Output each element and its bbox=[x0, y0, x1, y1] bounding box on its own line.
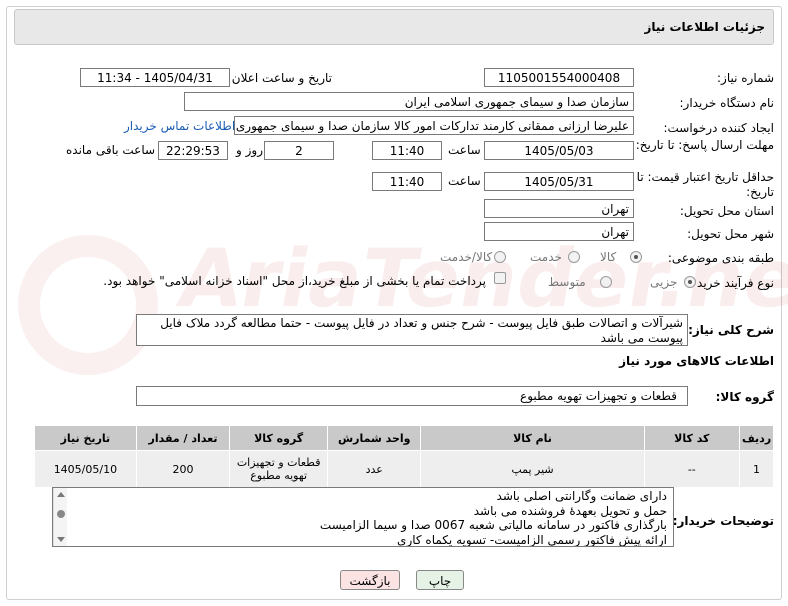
min-price-time-field: 11:40 bbox=[372, 172, 442, 191]
cell-quantity: 200 bbox=[135, 450, 231, 488]
buyer-notes-label: توضیحات خریدار: bbox=[672, 514, 774, 528]
creator-label: ایجاد کننده درخواست: bbox=[663, 121, 774, 135]
category-radio-service[interactable] bbox=[568, 251, 580, 263]
goods-info-title: اطلاعات کالاهای مورد نیاز bbox=[619, 354, 774, 368]
category-radio-both[interactable] bbox=[494, 251, 506, 263]
cell-unit: عدد bbox=[326, 450, 422, 488]
table-header-row: ردیف کد کالا نام کالا واحد شمارش گروه کا… bbox=[34, 425, 774, 451]
min-price-time-label: ساعت bbox=[448, 174, 481, 188]
cell-date: 1405/05/10 bbox=[34, 450, 137, 488]
col-header-quantity: تعداد / مقدار bbox=[135, 425, 231, 451]
process-option-minor: جزیی bbox=[650, 275, 678, 289]
min-price-date-field: 1405/05/31 bbox=[484, 172, 634, 191]
buyer-notes-textarea: دارای ضمانت وگارانتی اصلی باشد حمل و تحو… bbox=[52, 487, 674, 547]
treasury-payment-text: پرداخت تمام یا بخشی از مبلغ خرید،از محل … bbox=[103, 274, 486, 288]
remaining-time-field: 22:29:53 bbox=[158, 141, 228, 160]
deadline-label: مهلت ارسال پاسخ: تا تاریخ: bbox=[635, 138, 774, 152]
category-label: طبقه بندی موضوعی: bbox=[667, 251, 774, 265]
city-field: تهران bbox=[484, 222, 634, 241]
buyer-notes-scrollbar[interactable] bbox=[53, 488, 67, 546]
back-button[interactable]: بازگشت bbox=[340, 570, 400, 590]
goods-group-label: گروه کالا: bbox=[715, 390, 774, 404]
days-remaining-field: 2 bbox=[264, 141, 334, 160]
city-label: شهر محل تحویل: bbox=[687, 227, 774, 241]
announce-datetime-field: 1405/04/31 - 11:34 bbox=[80, 68, 230, 87]
min-price-label: حداقل تاریخ اعتبار قیمت: تا تاریخ: bbox=[636, 170, 774, 199]
buyer-note-line: حمل و تحویل بعهدهٔ فروشنده می باشد bbox=[473, 503, 667, 518]
process-option-medium: متوسط bbox=[548, 275, 586, 289]
table-row: 1 -- شیر پمپ عدد قطعات و تجهیزات تهویه م… bbox=[34, 450, 774, 488]
cell-code: -- bbox=[643, 450, 741, 488]
col-header-unit: واحد شمارش bbox=[326, 425, 422, 451]
province-field: تهران bbox=[484, 199, 634, 218]
process-label: نوع فرآیند خرید : bbox=[689, 276, 774, 290]
remaining-time-label: ساعت باقی مانده bbox=[66, 143, 156, 157]
scroll-thumb[interactable] bbox=[57, 510, 65, 518]
buyer-note-line: بارگذاری فاکتور در سامانه مالیاتی شعبه 0… bbox=[319, 518, 667, 532]
col-header-date: تاریخ نیاز bbox=[34, 425, 137, 451]
items-table: ردیف کد کالا نام کالا واحد شمارش گروه کا… bbox=[34, 425, 774, 488]
page-header: جزئیات اطلاعات نیاز bbox=[14, 9, 774, 45]
category-option-both: کالا/خدمت bbox=[440, 250, 493, 264]
category-option-goods: کالا bbox=[600, 250, 617, 264]
process-radio-medium[interactable] bbox=[600, 276, 612, 288]
page-title: جزئیات اطلاعات نیاز bbox=[644, 20, 765, 34]
cell-row-num: 1 bbox=[739, 450, 774, 488]
print-button[interactable]: چاپ bbox=[416, 570, 464, 590]
process-radio-minor[interactable] bbox=[684, 276, 696, 288]
days-label: روز و bbox=[236, 143, 263, 157]
summary-textarea: شیرآلات و اتصالات طبق فایل پیوست - شرح ج… bbox=[136, 314, 688, 346]
province-label: استان محل تحویل: bbox=[679, 204, 774, 218]
deadline-time-label: ساعت bbox=[448, 143, 481, 157]
category-option-service: خدمت bbox=[530, 250, 562, 264]
col-header-code: کد کالا bbox=[643, 425, 741, 451]
buyer-note-line: دارای ضمانت وگارانتی اصلی باشد bbox=[496, 489, 667, 503]
summary-label: شرح کلی نیاز: bbox=[688, 323, 774, 337]
deadline-date-field: 1405/05/03 bbox=[484, 141, 634, 160]
scroll-down-arrow-icon[interactable] bbox=[57, 537, 65, 542]
goods-group-field: قطعات و تجهیزات تهویه مطبوع bbox=[136, 386, 688, 406]
buyer-note-line: ارائه پیش فاکتور رسمی الزامیست- تسویه یک… bbox=[397, 532, 667, 547]
treasury-payment-checkbox[interactable] bbox=[494, 272, 506, 284]
need-number-label: شماره نیاز: bbox=[717, 71, 774, 85]
buyer-org-label: نام دستگاه خریدار: bbox=[679, 96, 775, 110]
creator-field: علیرضا ارزانی ممقانی کارمند تدارکات امور… bbox=[234, 116, 634, 135]
need-number-field: 1105001554000408 bbox=[484, 68, 634, 87]
category-radio-goods[interactable] bbox=[630, 251, 642, 263]
cell-group: قطعات و تجهیزات تهویه مطبوع bbox=[229, 450, 328, 488]
buyer-org-field: سازمان صدا و سیمای جمهوری اسلامی ایران bbox=[184, 92, 634, 111]
contact-buyer-link[interactable]: اطلاعات تماس خریدار bbox=[124, 119, 235, 133]
col-header-row-num: ردیف bbox=[739, 425, 774, 451]
watermark-logo bbox=[18, 235, 158, 375]
deadline-time-field: 11:40 bbox=[372, 141, 442, 160]
col-header-name: نام کالا bbox=[420, 425, 645, 451]
scroll-up-arrow-icon[interactable] bbox=[57, 492, 65, 497]
cell-name: شیر پمپ bbox=[420, 450, 645, 488]
col-header-group: گروه کالا bbox=[229, 425, 328, 451]
